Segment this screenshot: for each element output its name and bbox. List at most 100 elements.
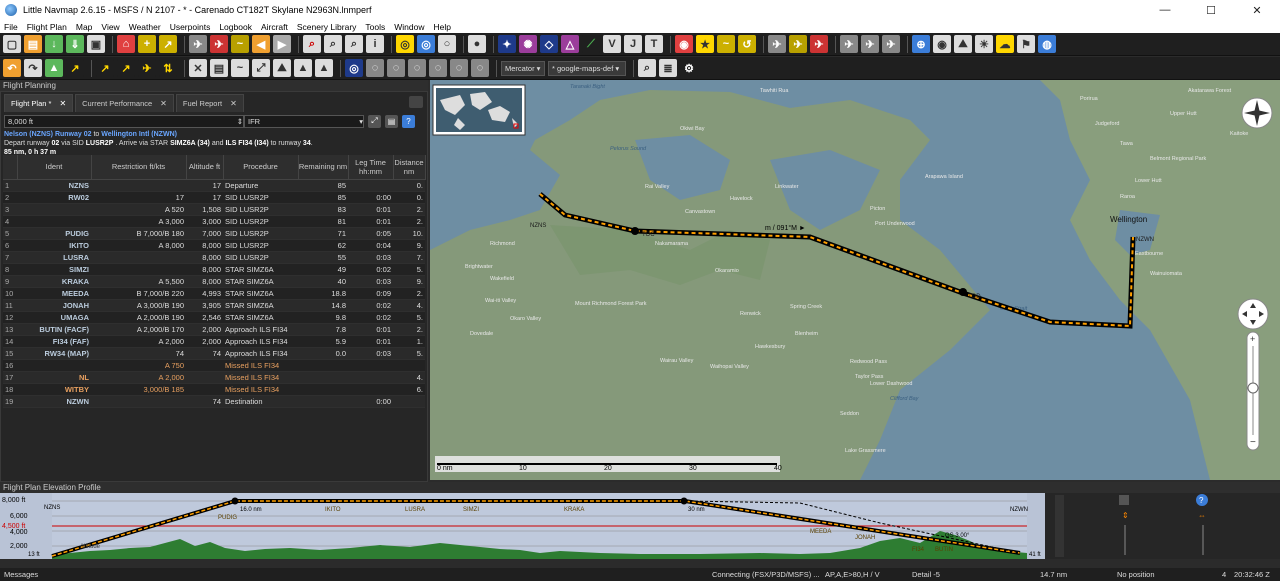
- compass-rose-icon[interactable]: [1241, 97, 1273, 129]
- victor-airway-icon[interactable]: V: [603, 35, 621, 53]
- pan-control-icon[interactable]: [1237, 298, 1269, 330]
- calc-airway-icon[interactable]: ↗: [117, 59, 135, 77]
- close-icon[interactable]: ✕: [160, 99, 167, 108]
- online-aircraft-icon[interactable]: ✈: [810, 35, 828, 53]
- vertical-scrollbar[interactable]: [1055, 495, 1064, 557]
- header-ident[interactable]: Ident: [17, 155, 92, 180]
- route-edit-icon[interactable]: ▤: [210, 59, 228, 77]
- tab-current-performance[interactable]: Current Performance ✕: [75, 94, 174, 112]
- menu-aircraft[interactable]: Aircraft: [261, 22, 288, 32]
- table-row[interactable]: 19 NZWN 74 Destination 0:00: [3, 395, 425, 408]
- zoom-slider[interactable]: + −: [1246, 331, 1260, 451]
- flight-rules-select[interactable]: IFR ▾: [244, 114, 364, 128]
- header-procedure[interactable]: Procedure: [223, 155, 299, 180]
- table-row[interactable]: 14 FI34 (FAF) A 2,000 2,000 Approach ILS FI3…: [3, 335, 425, 348]
- menu-window[interactable]: Window: [394, 22, 424, 32]
- zoom-out-icon[interactable]: −: [1250, 437, 1256, 448]
- fit-icon[interactable]: [1119, 495, 1129, 505]
- overview-map[interactable]: [432, 84, 526, 136]
- route-string-icon[interactable]: ~: [231, 59, 249, 77]
- reverse-icon[interactable]: ⇅: [159, 59, 177, 77]
- jet-airway-icon[interactable]: J: [624, 35, 642, 53]
- export-icon[interactable]: ▣: [87, 35, 105, 53]
- track-icon[interactable]: T: [645, 35, 663, 53]
- forward-icon[interactable]: ▶: [273, 35, 291, 53]
- new-plan-icon[interactable]: ▢: [3, 35, 21, 53]
- tod-marker-icon[interactable]: [959, 288, 967, 296]
- ai-aircraft-icon[interactable]: ✈: [789, 35, 807, 53]
- search-map-icon[interactable]: ⌕: [638, 59, 656, 77]
- save-as-icon[interactable]: ⇓: [66, 35, 84, 53]
- ai-ship-icon[interactable]: ✈: [840, 35, 858, 53]
- home-icon[interactable]: ⌂: [117, 35, 135, 53]
- map-view[interactable]: Tawhiti Rua Okiwi Bay Rai Valley Havelock Ca…: [430, 80, 1280, 480]
- header-restriction[interactable]: Restriction ft/kts: [91, 155, 187, 180]
- airport-empty-icon[interactable]: ○: [438, 35, 456, 53]
- table-row[interactable]: 8 SIMZI 8,000 STAR SIMZ6A 49 0:02 5.: [3, 263, 425, 276]
- map-terrain-icon[interactable]: ▲: [294, 59, 312, 77]
- minimize-button[interactable]: —: [1142, 0, 1188, 20]
- sim-weather-icon[interactable]: ◌: [366, 59, 384, 77]
- ivao-icon[interactable]: ◌: [450, 59, 468, 77]
- waypoint-label-nzwn[interactable]: NZWN: [1136, 237, 1154, 243]
- menu-file[interactable]: File: [4, 22, 18, 32]
- destination-link[interactable]: Wellington Intl (NZWN): [101, 131, 177, 138]
- theme-select[interactable]: * google-maps-def ▾: [548, 60, 626, 76]
- weather-icon[interactable]: ☁: [996, 35, 1014, 53]
- menu-scenery-library[interactable]: Scenery Library: [297, 22, 357, 32]
- info-icon[interactable]: i: [366, 35, 384, 53]
- ils-icon[interactable]: ⟋: [582, 35, 600, 53]
- table-row[interactable]: 6 IKITO A 8,000 8,000 SID LUSR2P 62 0:04 9.: [3, 239, 425, 252]
- table-row[interactable]: 13 BUTIN (FACF) A 2,000/B 170 2,000 Approach…: [3, 323, 425, 336]
- close-icon[interactable]: ✕: [59, 99, 66, 108]
- missed-approach-icon[interactable]: ↺: [738, 35, 756, 53]
- waypoint-icon[interactable]: ◇: [540, 35, 558, 53]
- route-icon[interactable]: ↗: [159, 35, 177, 53]
- menu-view[interactable]: View: [101, 22, 119, 32]
- menu-logbook[interactable]: Logbook: [219, 22, 252, 32]
- table-row[interactable]: 10 MEEDA B 7,000/B 220 4,993 STAR SIMZ6A 18.8…: [3, 287, 425, 300]
- table-row[interactable]: 3 A 520 1,508 SID LUSR2P 83 0:01 2.: [3, 203, 425, 216]
- table-row[interactable]: 1 NZNS 17 Departure 85 0.: [3, 179, 425, 192]
- userpoints-icon[interactable]: ★: [696, 35, 714, 53]
- map-canvas[interactable]: Tawhiti Rua Okiwi Bay Rai Valley Havelock Ca…: [430, 80, 1280, 480]
- ndb-icon[interactable]: ✺: [519, 35, 537, 53]
- header-remaining[interactable]: Remaining nm: [298, 155, 349, 180]
- search-procedure-icon[interactable]: ⌕: [345, 35, 363, 53]
- tab-flight-plan[interactable]: Flight Plan * ✕: [4, 94, 74, 112]
- airport-addon-icon[interactable]: ●: [468, 35, 486, 53]
- waypoint-label-nzns[interactable]: NZNS: [530, 223, 546, 229]
- departure-link[interactable]: Nelson (NZNS) Runway 02: [4, 131, 92, 138]
- menu-userpoints[interactable]: Userpoints: [170, 22, 211, 32]
- select-icon[interactable]: ✕: [189, 59, 207, 77]
- projection-select[interactable]: Mercator ▾: [501, 60, 545, 76]
- menu-flight-plan[interactable]: Flight Plan: [27, 22, 67, 32]
- cruise-altitude-spinbox[interactable]: 8,000 ft ⇕: [4, 114, 244, 128]
- aircraft-trail-icon[interactable]: ~: [231, 35, 249, 53]
- waypoint-label-toc[interactable]: TOC: [642, 232, 655, 238]
- calc-direct-icon[interactable]: ↗: [66, 59, 84, 77]
- aircraft-icon[interactable]: ✈: [189, 35, 207, 53]
- climb-icon[interactable]: ⤢: [368, 114, 381, 128]
- help-icon[interactable]: ?: [402, 114, 415, 128]
- table-row[interactable]: 15 RW34 (MAP) 74 74 Approach ILS FI34 0.0 0:03…: [3, 347, 425, 360]
- header-distance[interactable]: Distance nm: [393, 155, 426, 180]
- search-icon[interactable]: ⌕: [303, 35, 321, 53]
- ai-ground-icon[interactable]: ✈: [882, 35, 900, 53]
- calculate-icon[interactable]: ▲: [45, 59, 63, 77]
- calc-radio-icon[interactable]: ↗: [96, 59, 114, 77]
- redo-icon[interactable]: ↷: [24, 59, 42, 77]
- menu-help[interactable]: Help: [433, 22, 450, 32]
- aircraft-center-icon[interactable]: ✈: [210, 35, 228, 53]
- database-icon[interactable]: ≣: [659, 59, 677, 77]
- table-row[interactable]: 12 UMAGA A 2,000/B 190 2,546 STAR SIMZ6A 9.8 0…: [3, 311, 425, 324]
- table-row[interactable]: 16 A 750 Missed ILS FI34: [3, 359, 425, 372]
- noaa-icon[interactable]: ◌: [408, 59, 426, 77]
- wind-layer-icon[interactable]: ◌: [471, 59, 489, 77]
- toc-marker-icon[interactable]: [631, 227, 639, 235]
- table-settings-icon[interactable]: ▤: [385, 114, 398, 128]
- zoom-handle[interactable]: [1247, 382, 1259, 394]
- table-row[interactable]: 18 WITBY 3,000/B 185 Missed ILS FI34 6.: [3, 383, 425, 396]
- globe-view-icon[interactable]: ◎: [345, 59, 363, 77]
- table-row[interactable]: 17 NL A 2,000 Missed ILS FI34 4.: [3, 371, 425, 384]
